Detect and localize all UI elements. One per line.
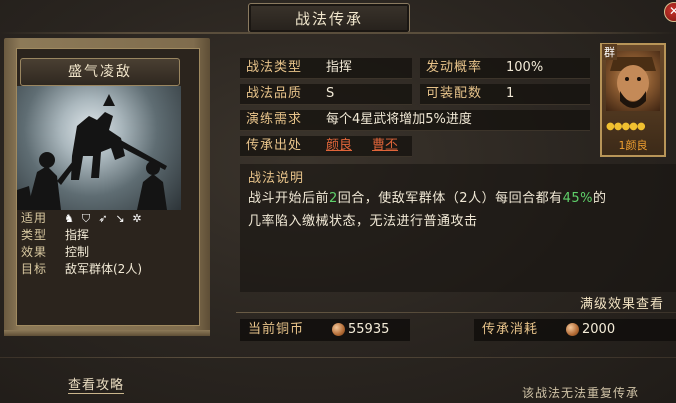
cost-value: 2000: [582, 322, 616, 337]
field-value: 1: [506, 86, 515, 101]
hero-portrait-card[interactable]: 群 ●●●●● 1颜良: [600, 43, 666, 157]
cavalry-icon: ♞: [64, 211, 74, 225]
description-title: 战法说明: [248, 171, 305, 186]
star-icon: ●●●●●: [606, 121, 646, 132]
description-line: 几率陷入缴械状态，无法进行普通攻击: [248, 214, 478, 229]
source-hero-link-yanliang[interactable]: 颜良: [326, 136, 352, 156]
description-highlight: 45%: [562, 191, 593, 206]
field-inherit-source: 传承出处 颜良 曹丕: [240, 136, 412, 157]
info-row-applicable: 适用 ♞ ⛉ ➶ ↘ ✲: [17, 210, 181, 227]
field-value: 每个4星武将增加5%进度: [326, 112, 472, 127]
info-key: 适用: [21, 211, 48, 225]
cost-value: 55935: [348, 322, 390, 337]
info-value: 指挥: [65, 228, 90, 242]
field-equip-slots: 可装配数 1: [420, 84, 590, 105]
field-tactic-quality: 战法品质 S: [240, 84, 412, 105]
hero-stars: ●●●●●: [606, 121, 646, 132]
field-label: 战法品质: [246, 86, 303, 101]
field-label: 传承出处: [246, 138, 303, 153]
inherit-notice: 该战法无法重复传承: [522, 386, 640, 400]
battle-silhouette-image: [17, 94, 167, 210]
info-value: 控制: [65, 245, 90, 259]
tactic-card-name: 盛气凌敌: [20, 58, 180, 86]
scroll-roller: [4, 330, 210, 336]
inherit-cost: 传承消耗 2000: [474, 319, 676, 341]
tactic-card-info: 适用 ♞ ⛉ ➶ ↘ ✲ 类型 指挥 效果 控制 目标 敌军群体(2人): [17, 210, 181, 278]
info-row-type: 类型 指挥: [17, 227, 181, 244]
window-title-text: 战法传承: [294, 9, 363, 28]
info-key: 目标: [21, 262, 48, 276]
troop-icons: ♞ ⛉ ➶ ↘ ✲: [55, 210, 143, 227]
shield-icon: ⛉: [81, 211, 91, 225]
wheel-icon: ✲: [132, 211, 142, 225]
description-seg: 的: [592, 191, 607, 206]
tactic-card-art: [17, 86, 181, 210]
field-value: S: [326, 86, 335, 101]
bottom-divider: [0, 357, 676, 358]
cost-label: 当前铜币: [248, 322, 305, 337]
tactic-description-box: 战法说明 战斗开始后前2回合，使敌军群体（2人）每回合都有45%的 几率陷入缴械…: [240, 164, 676, 292]
info-row-target: 目标 敌军群体(2人): [17, 261, 181, 278]
field-label: 战法类型: [246, 60, 303, 75]
field-value: 指挥: [326, 60, 353, 75]
cost-divider: [236, 312, 676, 313]
current-copper: 当前铜币 55935: [240, 319, 410, 341]
max-level-effect-link[interactable]: 满级效果查看: [580, 293, 665, 313]
description-seg: 战斗开始后前: [248, 191, 330, 206]
cost-label: 传承消耗: [482, 322, 539, 337]
field-label: 可装配数: [426, 86, 483, 101]
hero-level: 1: [618, 139, 626, 152]
info-value: 敌军群体(2人): [65, 262, 142, 276]
info-key: 类型: [21, 228, 48, 242]
source-hero-link-caopi[interactable]: 曹丕: [372, 136, 398, 156]
info-key: 效果: [21, 245, 48, 259]
description-highlight: 2: [329, 191, 338, 206]
description-seg: 回合，使敌军群体（2人）每回合都有: [337, 191, 563, 206]
field-trigger-rate: 发动概率 100%: [420, 58, 590, 79]
bow-icon: ➶: [98, 211, 108, 225]
field-tactic-type: 战法类型 指挥: [240, 58, 412, 79]
spear-icon: ↘: [115, 211, 125, 225]
field-label: 演练需求: [246, 112, 303, 127]
close-icon: ✕: [668, 4, 676, 18]
copper-coin-icon: [566, 323, 579, 336]
view-guide-link[interactable]: 查看攻略: [68, 374, 125, 394]
top-divider: [0, 32, 676, 34]
hero-name: 颜良: [625, 139, 648, 152]
window-title: 战法传承: [248, 3, 410, 33]
hero-level-name: 1颜良: [602, 137, 664, 153]
field-value: 100%: [506, 60, 544, 75]
field-label: 发动概率: [426, 60, 483, 75]
info-row-effect: 效果 控制: [17, 244, 181, 261]
faction-tag: 群: [602, 44, 617, 60]
field-training-requirement: 演练需求 每个4星武将增加5%进度: [240, 110, 590, 131]
description-text: 战斗开始后前2回合，使敌军群体（2人）每回合都有45%的 几率陷入缴械状态，无法…: [248, 187, 672, 233]
copper-coin-icon: [332, 323, 345, 336]
hero-portrait-image: [606, 51, 660, 111]
hero-face-icon: [610, 57, 656, 108]
